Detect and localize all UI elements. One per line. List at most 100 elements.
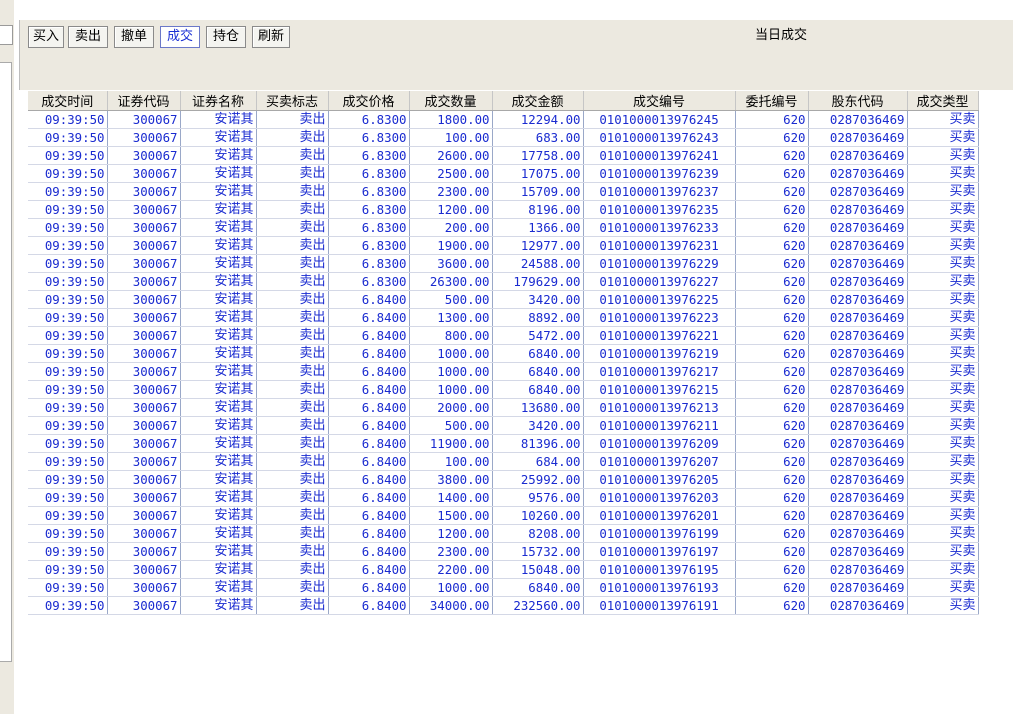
cell-order-id: 620 bbox=[735, 596, 809, 615]
cell-trade-type: 买卖 bbox=[907, 452, 979, 471]
col-header-price[interactable]: 成交价格 bbox=[328, 91, 410, 111]
cell-amount: 232560.00 bbox=[492, 596, 584, 615]
cell-account: 0287036469 bbox=[808, 218, 908, 237]
table-row[interactable]: 09:39:50 300067 安诺其 卖出 6.8300 1900.00 12977.00… bbox=[28, 236, 979, 255]
table-row[interactable]: 09:39:50 300067 安诺其 卖出 6.8400 500.00 3420.00 01… bbox=[28, 416, 979, 435]
cell-security-code: 300067 bbox=[107, 326, 181, 345]
cell-quantity: 800.00 bbox=[409, 326, 493, 345]
cell-trade-id: 0101000013976225 bbox=[583, 290, 736, 309]
cell-amount: 6840.00 bbox=[492, 344, 584, 363]
cell-trade-time: 09:39:50 bbox=[28, 362, 108, 381]
col-header-quantity[interactable]: 成交数量 bbox=[409, 91, 493, 111]
cell-security-name: 安诺其 bbox=[180, 380, 257, 399]
cell-security-name: 安诺其 bbox=[180, 344, 257, 363]
cell-trade-time: 09:39:50 bbox=[28, 380, 108, 399]
cell-trade-id: 0101000013976241 bbox=[583, 146, 736, 165]
table-row[interactable]: 09:39:50 300067 安诺其 卖出 6.8300 2600.00 17758.00… bbox=[28, 146, 979, 165]
cell-trade-type: 买卖 bbox=[907, 344, 979, 363]
table-row[interactable]: 09:39:50 300067 安诺其 卖出 6.8300 1200.00 8196.00 0… bbox=[28, 200, 979, 219]
table-row[interactable]: 09:39:50 300067 安诺其 卖出 6.8400 1000.00 6840.00 0… bbox=[28, 344, 979, 363]
table-row[interactable]: 09:39:50 300067 安诺其 卖出 6.8400 1300.00 8892.00 0… bbox=[28, 308, 979, 327]
cell-side: 卖出 bbox=[256, 128, 329, 147]
col-header-trade-time[interactable]: 成交时间 bbox=[28, 91, 108, 111]
col-header-security-name[interactable]: 证券名称 bbox=[180, 91, 257, 111]
cell-security-name: 安诺其 bbox=[180, 452, 257, 471]
cell-trade-type: 买卖 bbox=[907, 398, 979, 417]
cell-order-id: 620 bbox=[735, 506, 809, 525]
col-header-account[interactable]: 股东代码 bbox=[808, 91, 908, 111]
table-row[interactable]: 09:39:50 300067 安诺其 卖出 6.8300 2300.00 15709.00… bbox=[28, 182, 979, 201]
table-row[interactable]: 09:39:50 300067 安诺其 卖出 6.8400 1000.00 6840.00 0… bbox=[28, 362, 979, 381]
table-row[interactable]: 09:39:50 300067 安诺其 卖出 6.8300 1800.00 12294.00… bbox=[28, 110, 979, 129]
buy-button[interactable]: 买入 bbox=[28, 26, 64, 48]
table-row[interactable]: 09:39:50 300067 安诺其 卖出 6.8400 2200.00 15048.00… bbox=[28, 560, 979, 579]
table-row[interactable]: 09:39:50 300067 安诺其 卖出 6.8400 800.00 5472.00 01… bbox=[28, 326, 979, 345]
refresh-button[interactable]: 刷新 bbox=[252, 26, 290, 48]
cell-quantity: 2300.00 bbox=[409, 542, 493, 561]
cell-quantity: 2600.00 bbox=[409, 146, 493, 165]
table-row[interactable]: 09:39:50 300067 安诺其 卖出 6.8400 100.00 684.00 010… bbox=[28, 452, 979, 471]
cell-price: 6.8400 bbox=[328, 398, 410, 417]
cell-trade-id: 0101000013976227 bbox=[583, 272, 736, 291]
col-header-amount[interactable]: 成交金额 bbox=[492, 91, 584, 111]
cell-quantity: 2000.00 bbox=[409, 398, 493, 417]
table-row[interactable]: 09:39:50 300067 安诺其 卖出 6.8400 1000.00 6840.00 0… bbox=[28, 578, 979, 597]
cell-amount: 24588.00 bbox=[492, 254, 584, 273]
cell-trade-time: 09:39:50 bbox=[28, 272, 108, 291]
cell-trade-id: 0101000013976195 bbox=[583, 560, 736, 579]
table-row[interactable]: 09:39:50 300067 安诺其 卖出 6.8400 1000.00 6840.00 0… bbox=[28, 380, 979, 399]
cell-amount: 6840.00 bbox=[492, 362, 584, 381]
cancel-order-button[interactable]: 撤单 bbox=[114, 26, 154, 48]
cell-security-code: 300067 bbox=[107, 596, 181, 615]
cell-side: 卖出 bbox=[256, 344, 329, 363]
col-header-trade-type[interactable]: 成交类型 bbox=[907, 91, 979, 111]
col-header-side[interactable]: 买卖标志 bbox=[256, 91, 329, 111]
table-row[interactable]: 09:39:50 300067 安诺其 卖出 6.8400 500.00 3420.00 01… bbox=[28, 290, 979, 309]
table-row[interactable]: 09:39:50 300067 安诺其 卖出 6.8300 3600.00 24588.00… bbox=[28, 254, 979, 273]
table-row[interactable]: 09:39:50 300067 安诺其 卖出 6.8400 3800.00 25992.00… bbox=[28, 470, 979, 489]
col-header-order-id[interactable]: 委托编号 bbox=[735, 91, 809, 111]
col-header-security-code[interactable]: 证券代码 bbox=[107, 91, 181, 111]
cell-security-code: 300067 bbox=[107, 452, 181, 471]
table-row[interactable]: 09:39:50 300067 安诺其 卖出 6.8400 1200.00 8208.00 0… bbox=[28, 524, 979, 543]
cell-account: 0287036469 bbox=[808, 110, 908, 129]
cell-trade-type: 买卖 bbox=[907, 596, 979, 615]
cell-side: 卖出 bbox=[256, 434, 329, 453]
cell-trade-time: 09:39:50 bbox=[28, 218, 108, 237]
cell-quantity: 2500.00 bbox=[409, 164, 493, 183]
trades-grid[interactable]: 成交时间 证券代码 证券名称 买卖标志 成交价格 成交数量 成交金额 成交编号 … bbox=[28, 91, 1013, 714]
cell-trade-id: 0101000013976193 bbox=[583, 578, 736, 597]
positions-button[interactable]: 持仓 bbox=[206, 26, 246, 48]
cell-trade-type: 买卖 bbox=[907, 110, 979, 129]
cell-security-name: 安诺其 bbox=[180, 398, 257, 417]
cell-trade-id: 0101000013976229 bbox=[583, 254, 736, 273]
cell-amount: 81396.00 bbox=[492, 434, 584, 453]
cell-security-code: 300067 bbox=[107, 146, 181, 165]
table-row[interactable]: 09:39:50 300067 安诺其 卖出 6.8400 1500.00 10260.00… bbox=[28, 506, 979, 525]
cell-trade-type: 买卖 bbox=[907, 164, 979, 183]
cell-side: 卖出 bbox=[256, 308, 329, 327]
cell-amount: 684.00 bbox=[492, 452, 584, 471]
left-panel-input[interactable] bbox=[0, 25, 13, 45]
table-row[interactable]: 09:39:50 300067 安诺其 卖出 6.8400 34000.00 232560.… bbox=[28, 596, 979, 615]
cell-side: 卖出 bbox=[256, 326, 329, 345]
cell-order-id: 620 bbox=[735, 326, 809, 345]
col-header-trade-id[interactable]: 成交编号 bbox=[583, 91, 736, 111]
cell-trade-time: 09:39:50 bbox=[28, 344, 108, 363]
table-row[interactable]: 09:39:50 300067 安诺其 卖出 6.8400 2000.00 13680.00… bbox=[28, 398, 979, 417]
table-row[interactable]: 09:39:50 300067 安诺其 卖出 6.8300 100.00 683.00 010… bbox=[28, 128, 979, 147]
cell-price: 6.8300 bbox=[328, 182, 410, 201]
trades-button[interactable]: 成交 bbox=[160, 26, 200, 48]
table-row[interactable]: 09:39:50 300067 安诺其 卖出 6.8300 26300.00 179629.… bbox=[28, 272, 979, 291]
cell-price: 6.8300 bbox=[328, 110, 410, 129]
table-row[interactable]: 09:39:50 300067 安诺其 卖出 6.8400 11900.00 81396.0… bbox=[28, 434, 979, 453]
cell-security-name: 安诺其 bbox=[180, 416, 257, 435]
cell-security-code: 300067 bbox=[107, 182, 181, 201]
table-row[interactable]: 09:39:50 300067 安诺其 卖出 6.8400 2300.00 15732.00… bbox=[28, 542, 979, 561]
table-row[interactable]: 09:39:50 300067 安诺其 卖出 6.8300 200.00 1366.00 01… bbox=[28, 218, 979, 237]
cell-account: 0287036469 bbox=[808, 326, 908, 345]
table-row[interactable]: 09:39:50 300067 安诺其 卖出 6.8400 1400.00 9576.00 0… bbox=[28, 488, 979, 507]
table-row[interactable]: 09:39:50 300067 安诺其 卖出 6.8300 2500.00 17075.00… bbox=[28, 164, 979, 183]
sell-button[interactable]: 卖出 bbox=[68, 26, 108, 48]
left-panel-tree[interactable] bbox=[0, 62, 12, 662]
